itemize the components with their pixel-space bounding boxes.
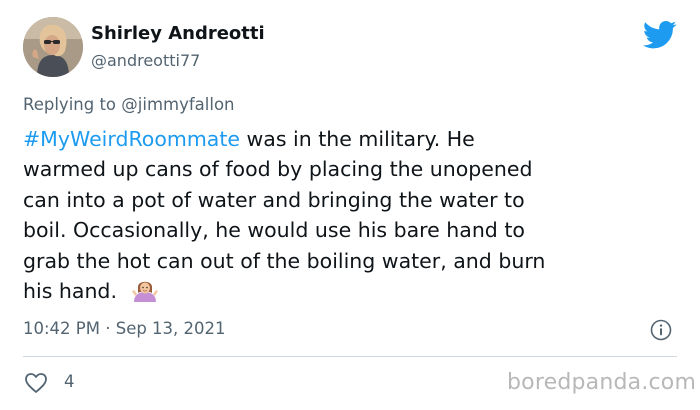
hashtag-link[interactable]: #MyWeirdRoommate xyxy=(23,127,240,151)
display-name[interactable]: Shirley Andreotti xyxy=(91,23,265,44)
reply-mention-link[interactable]: @jimmyfallon xyxy=(121,95,234,114)
tweet-timestamp[interactable]: 10:42 PM · Sep 13, 2021 xyxy=(23,319,226,338)
tweet-line: #MyWeirdRoommate was in the military. He xyxy=(23,124,683,154)
tweet-line: boil. Occasionally, he would use his bar… xyxy=(23,218,525,243)
heart-icon[interactable] xyxy=(24,372,48,394)
tweet-line-last: his hand. xyxy=(23,276,683,306)
tweet-line-text: his hand. xyxy=(23,279,117,304)
source-watermark: boredpanda.com xyxy=(507,370,697,395)
like-count: 4 xyxy=(64,372,75,391)
replying-prefix: Replying to xyxy=(23,95,122,114)
tweet-line-text: was in the military. He xyxy=(240,127,475,151)
twitter-bird-icon[interactable] xyxy=(643,20,677,50)
tweet-text: #MyWeirdRoommate was in the military. He… xyxy=(23,124,683,306)
info-icon[interactable] xyxy=(650,319,672,341)
avatar[interactable] xyxy=(23,17,83,77)
tweet-line: grab the hot can out of the boiling wate… xyxy=(23,248,546,273)
user-handle[interactable]: @andreotti77 xyxy=(91,51,200,70)
shrug-emoji-icon xyxy=(131,281,158,303)
tweet-line: can into a pot of water and bringing the… xyxy=(23,187,525,212)
tweet-line: warmed up cans of food by placing the un… xyxy=(23,157,533,182)
avatar-image xyxy=(23,17,83,77)
replying-to: Replying to @jimmyfallon xyxy=(23,95,235,114)
divider xyxy=(23,356,677,357)
